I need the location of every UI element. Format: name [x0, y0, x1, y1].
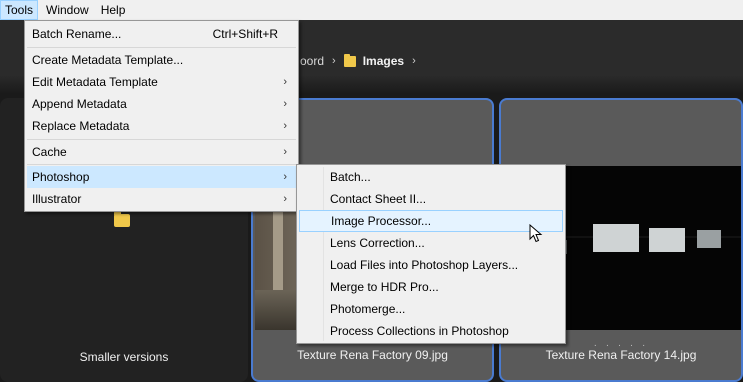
menu-item-image-processor[interactable]: Image Processor... — [299, 210, 563, 232]
menu-item-process-collections[interactable]: Process Collections in Photoshop — [299, 320, 563, 342]
menu-window[interactable]: Window — [41, 0, 94, 20]
submenu-arrow-icon: › — [283, 171, 287, 183]
menu-bar: Tools Window Help — [0, 0, 743, 20]
breadcrumb-item-previous[interactable]: oord — [300, 54, 324, 68]
submenu-arrow-icon: › — [283, 98, 287, 110]
menu-item-append-metadata[interactable]: Append Metadata › — [27, 93, 296, 115]
menu-item-merge-to-hdr[interactable]: Merge to HDR Pro... — [299, 276, 563, 298]
menu-separator — [27, 139, 296, 140]
mouse-cursor-icon — [529, 224, 543, 243]
photoshop-submenu: Batch... Contact Sheet II... Image Proce… — [296, 164, 566, 344]
shortcut-label: Ctrl+Shift+R — [212, 27, 278, 41]
chevron-right-icon[interactable]: › — [412, 55, 416, 67]
tools-menu: Batch Rename... Ctrl+Shift+R Create Meta… — [24, 20, 299, 212]
menu-item-illustrator[interactable]: Illustrator › — [27, 188, 296, 210]
folder-icon — [343, 53, 356, 67]
menu-item-load-files-into-layers[interactable]: Load Files into Photoshop Layers... — [299, 254, 563, 276]
menu-item-lens-correction[interactable]: Lens Correction... — [299, 232, 563, 254]
submenu-arrow-icon: › — [283, 120, 287, 132]
menu-help[interactable]: Help — [96, 0, 131, 20]
menu-separator — [27, 47, 296, 48]
chevron-right-icon[interactable]: › — [332, 55, 336, 67]
breadcrumb: oord › Images › — [300, 46, 424, 76]
menu-item-replace-metadata[interactable]: Replace Metadata › — [27, 115, 296, 137]
thumbnail-caption: Texture Rena Factory 14.jpg — [545, 348, 697, 362]
submenu-arrow-icon: › — [283, 76, 287, 88]
menu-item-edit-metadata-template[interactable]: Edit Metadata Template › — [27, 71, 296, 93]
menu-tools[interactable]: Tools — [0, 0, 38, 20]
thumbnail-caption: Texture Rena Factory 09.jpg — [297, 348, 448, 362]
folder-icon — [114, 211, 130, 227]
submenu-arrow-icon: › — [283, 193, 287, 205]
breadcrumb-item-current[interactable]: Images — [363, 54, 404, 68]
menu-separator — [27, 164, 296, 165]
menu-item-batch[interactable]: Batch... — [299, 166, 563, 188]
menu-item-batch-rename[interactable]: Batch Rename... Ctrl+Shift+R — [27, 23, 296, 45]
menu-item-create-metadata-template[interactable]: Create Metadata Template... — [27, 49, 296, 71]
thumbnail-caption: Smaller versions — [79, 350, 169, 364]
submenu-arrow-icon: › — [283, 146, 287, 158]
menu-item-photomerge[interactable]: Photomerge... — [299, 298, 563, 320]
menu-item-photoshop[interactable]: Photoshop › — [27, 166, 296, 188]
menu-item-contact-sheet[interactable]: Contact Sheet II... — [299, 188, 563, 210]
menu-item-cache[interactable]: Cache › — [27, 141, 296, 163]
